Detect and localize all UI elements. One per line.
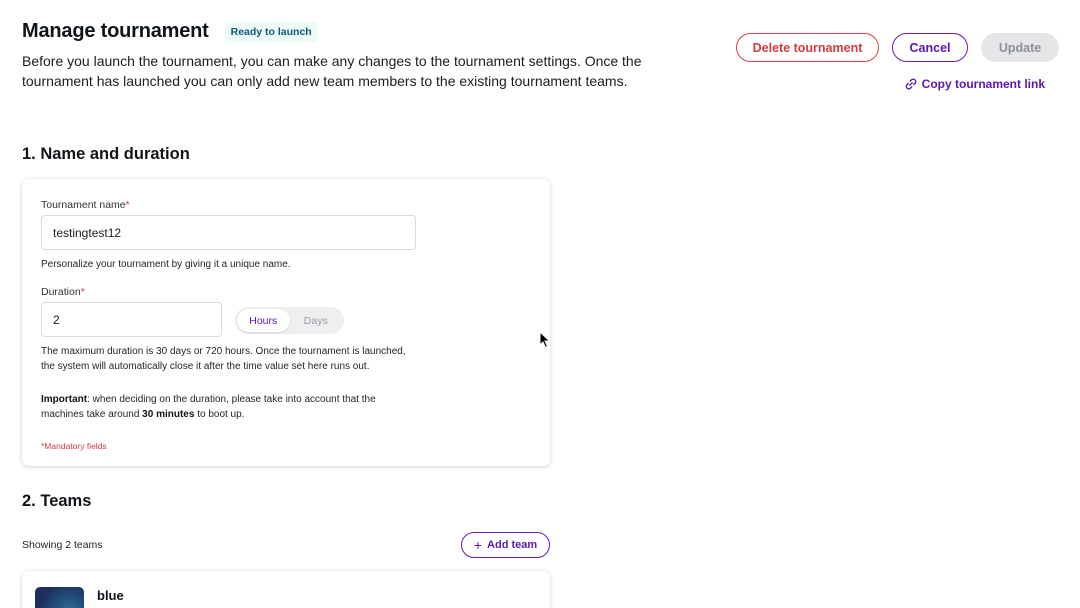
team-card[interactable]: blue: [22, 571, 550, 608]
team-name: blue: [97, 588, 124, 603]
status-badge: Ready to launch: [224, 21, 318, 42]
copy-link-label: Copy tournament link: [921, 77, 1045, 91]
name-duration-card: Tournament name* testingtest12 Personali…: [22, 179, 550, 466]
duration-help: The maximum duration is 30 days or 720 h…: [41, 346, 406, 372]
copy-tournament-link[interactable]: Copy tournament link: [904, 77, 1045, 91]
duration-input[interactable]: 2: [41, 302, 222, 337]
teams-count: Showing 2 teams: [22, 539, 103, 551]
duration-unit-toggle: Hours Days: [235, 307, 344, 334]
page-header: Manage tournament Ready to launch Before…: [22, 20, 642, 91]
title-row: Manage tournament Ready to launch: [22, 20, 642, 43]
tournament-name-value: testingtest12: [53, 225, 122, 240]
toggle-hours[interactable]: Hours: [237, 309, 290, 332]
toggle-days[interactable]: Days: [290, 309, 343, 332]
header-actions: Delete tournament Cancel Update: [736, 33, 1059, 62]
intro-text: Before you launch the tournament, you ca…: [22, 51, 642, 91]
team-avatar: [35, 587, 84, 608]
tournament-name-input[interactable]: testingtest12: [41, 215, 416, 250]
tournament-name-help: Personalize your tournament by giving it…: [41, 259, 291, 270]
add-team-label: Add team: [487, 539, 538, 551]
link-icon: [905, 78, 916, 90]
section-name-duration-title: 1. Name and duration: [22, 145, 190, 163]
plus-icon: +: [473, 537, 483, 553]
page-title: Manage tournament: [22, 20, 209, 42]
update-button[interactable]: Update: [981, 33, 1059, 62]
duration-value: 2: [53, 312, 60, 327]
mouse-cursor-icon: [539, 331, 551, 349]
duration-label: Duration*: [41, 286, 85, 298]
intro-line-1: Before you launch the tournament, you ca…: [22, 53, 581, 69]
add-team-button[interactable]: + Add team: [461, 532, 550, 558]
duration-important-note: Important: when deciding on the duration…: [41, 394, 376, 420]
delete-tournament-button[interactable]: Delete tournament: [736, 33, 879, 62]
cancel-button[interactable]: Cancel: [892, 33, 968, 62]
section-teams-title: 2. Teams: [22, 492, 92, 510]
tournament-name-label: Tournament name*: [41, 199, 130, 211]
mandatory-fields-note: *Mandatory fields: [41, 441, 107, 451]
